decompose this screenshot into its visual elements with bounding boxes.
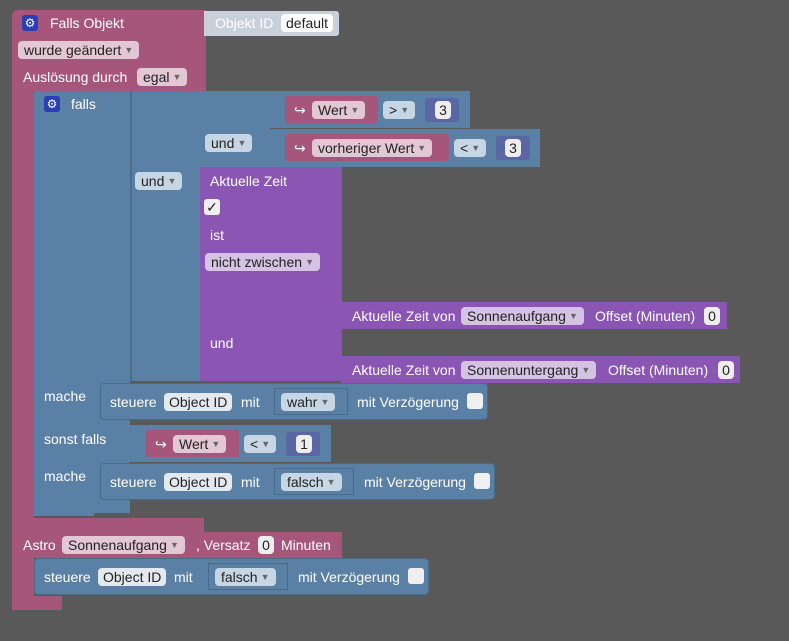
trigger-by-label: Auslösung durch (23, 69, 128, 85)
control-label: steuere (44, 569, 91, 585)
astro-block-footer (12, 596, 62, 610)
offset-field[interactable]: 0 (704, 307, 720, 325)
dropdown-arrow-icon: ▼ (400, 105, 410, 115)
and-block-outer[interactable] (130, 91, 200, 381)
delay-checkbox[interactable] (474, 473, 490, 489)
value-dropdown[interactable]: falsch ▼ (281, 473, 342, 491)
operator-dropdown[interactable]: < ▼ (244, 435, 277, 453)
value-dropdown[interactable]: wahr ▼ (281, 393, 336, 411)
astro-time-label: Aktuelle Zeit von (352, 308, 456, 324)
astro-label: Astro (23, 537, 56, 553)
astro-offset-label: , Versatz (196, 537, 251, 553)
delay-checkbox[interactable] (467, 393, 483, 409)
variable-arrow-icon: ↪ (294, 140, 306, 156)
control-with-label: mit (241, 394, 260, 410)
dropdown-arrow-icon: ▼ (211, 439, 221, 449)
do-label: mache (44, 388, 87, 404)
time-title: Aktuelle Zeit (210, 173, 288, 189)
number-field[interactable]: 3 (505, 139, 521, 157)
astro-unit-label: Minuten (281, 537, 331, 553)
and-operator-dropdown-inner[interactable]: und ▼ (205, 134, 253, 152)
astro-event-dropdown[interactable]: Sonnenaufgang ▼ (461, 307, 584, 325)
delay-label: mit Verzögerung (298, 569, 400, 585)
operator-dropdown[interactable]: > ▼ (383, 101, 416, 119)
if-label: falls (71, 96, 96, 112)
delay-label: mit Verzögerung (364, 474, 466, 490)
dropdown-arrow-icon: ▼ (260, 572, 270, 582)
astro-event-dropdown[interactable]: Sonnenuntergang ▼ (461, 361, 597, 379)
dropdown-arrow-icon: ▼ (568, 311, 578, 321)
control-label: steuere (110, 394, 157, 410)
dropdown-arrow-icon: ▼ (237, 138, 247, 148)
value-dropdown[interactable]: falsch ▼ (215, 568, 276, 586)
trigger-mode-dropdown[interactable]: wurde geändert ▼ (18, 41, 140, 59)
dropdown-arrow-icon: ▼ (417, 143, 427, 153)
if-block[interactable] (34, 91, 130, 513)
and-operator-dropdown[interactable]: und ▼ (135, 172, 183, 190)
gear-icon[interactable]: ⚙ (44, 96, 60, 112)
gear-icon[interactable]: ⚙ (22, 15, 38, 31)
dropdown-arrow-icon: ▼ (169, 540, 179, 550)
dropdown-arrow-icon: ▼ (261, 439, 271, 449)
dropdown-arrow-icon: ▼ (581, 365, 591, 375)
dropdown-arrow-icon: ▼ (305, 257, 315, 267)
dropdown-arrow-icon: ▼ (172, 72, 182, 82)
event-block-footer (12, 518, 204, 532)
dropdown-arrow-icon: ▼ (471, 143, 481, 153)
event-title: Falls Objekt (50, 15, 124, 31)
variable-dropdown[interactable]: vorheriger Wert ▼ (312, 139, 433, 157)
control-with-label: mit (241, 474, 260, 490)
control-label: steuere (110, 474, 157, 490)
variable-dropdown[interactable]: Wert ▼ (312, 101, 366, 119)
is-label: ist (210, 227, 224, 243)
offset-label: Offset (Minuten) (608, 362, 709, 378)
dropdown-arrow-icon: ▼ (124, 45, 134, 55)
offset-label: Offset (Minuten) (595, 308, 696, 324)
variable-arrow-icon: ↪ (294, 102, 306, 118)
trigger-by-dropdown[interactable]: egal ▼ (137, 68, 188, 86)
astro-event-dropdown[interactable]: Sonnenaufgang ▼ (62, 536, 185, 554)
elseif-label: sonst falls (44, 431, 107, 447)
dropdown-arrow-icon: ▼ (350, 105, 360, 115)
object-id-field[interactable]: default (281, 14, 334, 32)
and-block-outer-socket-edge (130, 91, 132, 381)
time-and-label: und (210, 335, 234, 351)
control-object-field[interactable]: Object ID (164, 393, 233, 411)
variable-arrow-icon: ↪ (155, 436, 167, 452)
event-block-spine (12, 90, 34, 520)
control-object-field[interactable]: Object ID (164, 473, 233, 491)
and-block-inner[interactable] (200, 91, 270, 167)
astro-offset-field[interactable]: 0 (258, 536, 274, 554)
number-field[interactable]: 3 (435, 101, 451, 119)
number-field[interactable]: 1 (296, 435, 312, 453)
checkbox-icon[interactable]: ✓ (204, 199, 220, 215)
dropdown-arrow-icon: ▼ (320, 397, 330, 407)
offset-field[interactable]: 0 (718, 361, 734, 379)
dropdown-arrow-icon: ▼ (326, 477, 336, 487)
dropdown-arrow-icon: ▼ (167, 176, 177, 186)
time-mode-dropdown[interactable]: nicht zwischen ▼ (205, 253, 321, 271)
control-object-field[interactable]: Object ID (98, 568, 167, 586)
operator-dropdown[interactable]: < ▼ (454, 139, 487, 157)
astro-time-label: Aktuelle Zeit von (352, 362, 456, 378)
delay-checkbox[interactable] (408, 568, 424, 584)
object-id-label: Objekt ID (215, 15, 274, 31)
delay-label: mit Verzögerung (357, 394, 459, 410)
variable-dropdown[interactable]: Wert ▼ (173, 435, 227, 453)
do-label: mache (44, 468, 87, 484)
if-block-footer (34, 500, 94, 516)
control-with-label: mit (174, 569, 193, 585)
